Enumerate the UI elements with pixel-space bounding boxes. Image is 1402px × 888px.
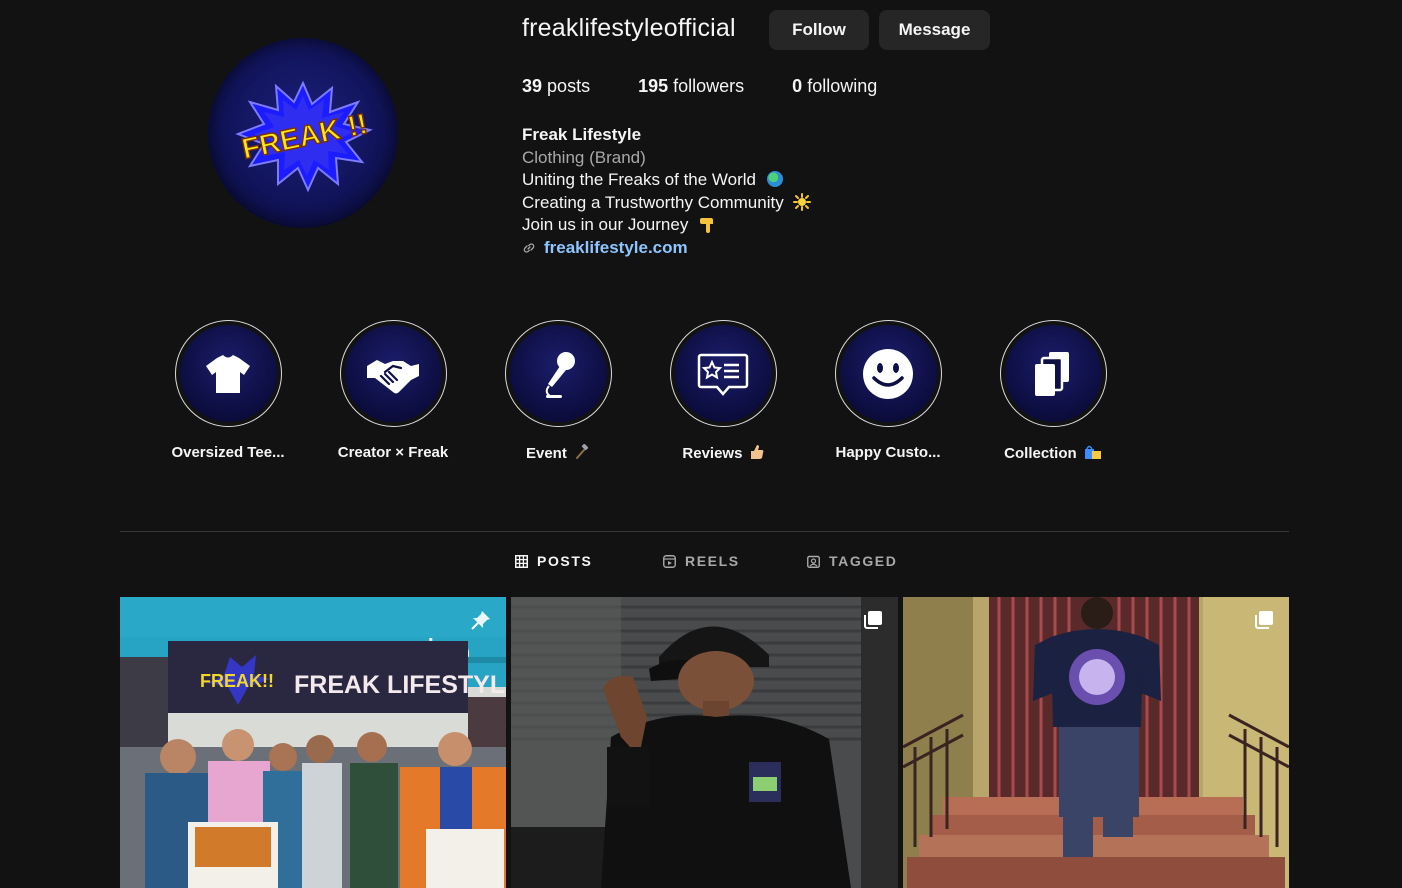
bio-line-3: Join us in our Journey: [522, 214, 811, 237]
tab-reels[interactable]: REELS: [663, 553, 740, 569]
smiley-icon: [863, 348, 913, 399]
bio-category: Clothing (Brand): [522, 147, 646, 167]
highlight-oversized-tee[interactable]: Oversized Tee...: [160, 320, 296, 461]
globe-emoji-icon: [766, 171, 783, 188]
tab-posts[interactable]: POSTS: [515, 553, 592, 569]
highlight-ring: [669, 320, 777, 427]
post-image-stairs-back: [903, 597, 1289, 888]
highlight-ring: [504, 320, 612, 427]
microphone-icon: [545, 351, 575, 398]
highlight-happy-customers[interactable]: Happy Custo...: [820, 320, 956, 461]
svg-text:FREAK LIFESTYLE: FREAK LIFESTYLE: [294, 671, 506, 699]
posts-grid: vivo FREAK!! FREAK LIFESTYLE: [120, 597, 1289, 888]
post-image-event-stall: vivo FREAK!! FREAK LIFESTYLE: [120, 597, 506, 888]
highlight-ring: [339, 320, 447, 427]
section-divider: [120, 531, 1289, 532]
highlight-label: Event: [490, 443, 626, 462]
hammer-emoji-icon: [576, 443, 589, 459]
highlight-collection[interactable]: Collection: [985, 320, 1121, 462]
bio-name: Freak Lifestyle: [522, 125, 642, 144]
shopping-bags-emoji-icon: [1084, 445, 1101, 459]
follow-button[interactable]: Follow: [769, 10, 869, 50]
followers-label: followers: [673, 76, 745, 96]
bio-line-1-text: Uniting the Freaks of the World: [522, 170, 757, 190]
highlight-ring: [999, 320, 1107, 427]
highlight-label: Oversized Tee...: [171, 444, 285, 461]
posts-count: 39: [522, 76, 543, 96]
highlight-label: Reviews: [655, 444, 791, 462]
bio-line-2: Creating a Trustworthy Community: [522, 192, 812, 215]
profile-stats: 39 posts 195 followers 0 following: [522, 76, 925, 97]
carousel-icon: [1255, 611, 1273, 629]
tshirt-icon: [206, 354, 250, 393]
bio-line-1: Uniting the Freaks of the World: [522, 169, 811, 192]
highlight-reviews[interactable]: Reviews: [655, 320, 791, 462]
pointing-down-emoji-icon: [700, 218, 714, 234]
bio-line-2-text: Creating a Trustworthy Community: [522, 192, 784, 212]
message-button[interactable]: Message: [879, 10, 990, 50]
posts-label: posts: [547, 76, 591, 96]
svg-text:FREAK!!: FREAK!!: [200, 671, 274, 691]
link-icon: [523, 243, 535, 253]
freak-logo-icon: FREAK !!: [235, 80, 373, 193]
bio-link[interactable]: freaklifestyle.com: [522, 237, 811, 260]
highlight-label: Creator × Freak: [337, 444, 449, 461]
following-count: 0: [792, 76, 803, 96]
tab-reels-label: REELS: [685, 553, 740, 569]
highlight-label: Collection: [985, 444, 1121, 462]
profile-tabs: POSTS REELS TAGGED: [0, 553, 1402, 577]
followers-stat[interactable]: 195 followers: [638, 76, 744, 97]
tab-posts-label: POSTS: [537, 553, 593, 569]
reels-icon: [663, 554, 676, 568]
carousel-icon: [864, 611, 882, 629]
post-tile-1[interactable]: vivo FREAK!! FREAK LIFESTYLE: [120, 597, 506, 888]
bio-link-url[interactable]: freaklifestyle.com: [544, 237, 688, 260]
profile-username: freaklifestyleofficial: [522, 14, 736, 42]
tagged-icon: [807, 555, 820, 568]
highlight-creator-freak[interactable]: Creator × Freak: [325, 320, 461, 461]
tab-tagged-label: TAGGED: [829, 553, 898, 569]
profile-bio: Freak Lifestyle Clothing (Brand) Uniting…: [522, 124, 812, 260]
highlight-event[interactable]: Event: [490, 320, 626, 462]
profile-page: FREAK !! freaklifestyleofficial Follow M…: [0, 0, 1402, 888]
posts-stat: 39 posts: [522, 76, 590, 97]
collection-icon: [1035, 351, 1069, 396]
profile-avatar[interactable]: FREAK !!: [208, 38, 398, 228]
review-star-icon: [697, 353, 749, 396]
followers-count: 195: [638, 76, 669, 96]
highlight-label-text: Reviews: [682, 445, 743, 462]
highlight-ring: [174, 320, 282, 427]
post-tile-2[interactable]: [511, 597, 898, 888]
following-stat[interactable]: 0 following: [792, 76, 877, 97]
highlight-label: Happy Custo...: [835, 444, 941, 461]
highlight-label-text: Collection: [1004, 445, 1077, 462]
thumbs-up-emoji-icon: [750, 445, 763, 459]
tab-tagged[interactable]: TAGGED: [807, 553, 897, 569]
pinned-icon: [471, 611, 490, 630]
highlight-label-text: Event: [525, 445, 567, 462]
bio-line-3-text: Join us in our Journey: [522, 215, 689, 235]
sun-emoji-icon: [793, 192, 812, 211]
post-tile-3[interactable]: [903, 597, 1289, 888]
handshake-icon: [367, 359, 419, 393]
story-highlights: Oversized Tee... Creator × Freak Event R…: [160, 320, 1160, 470]
following-label: following: [807, 76, 878, 96]
grid-icon: [515, 554, 528, 568]
post-image-black-tee: [511, 597, 898, 888]
highlight-ring: [834, 320, 942, 427]
